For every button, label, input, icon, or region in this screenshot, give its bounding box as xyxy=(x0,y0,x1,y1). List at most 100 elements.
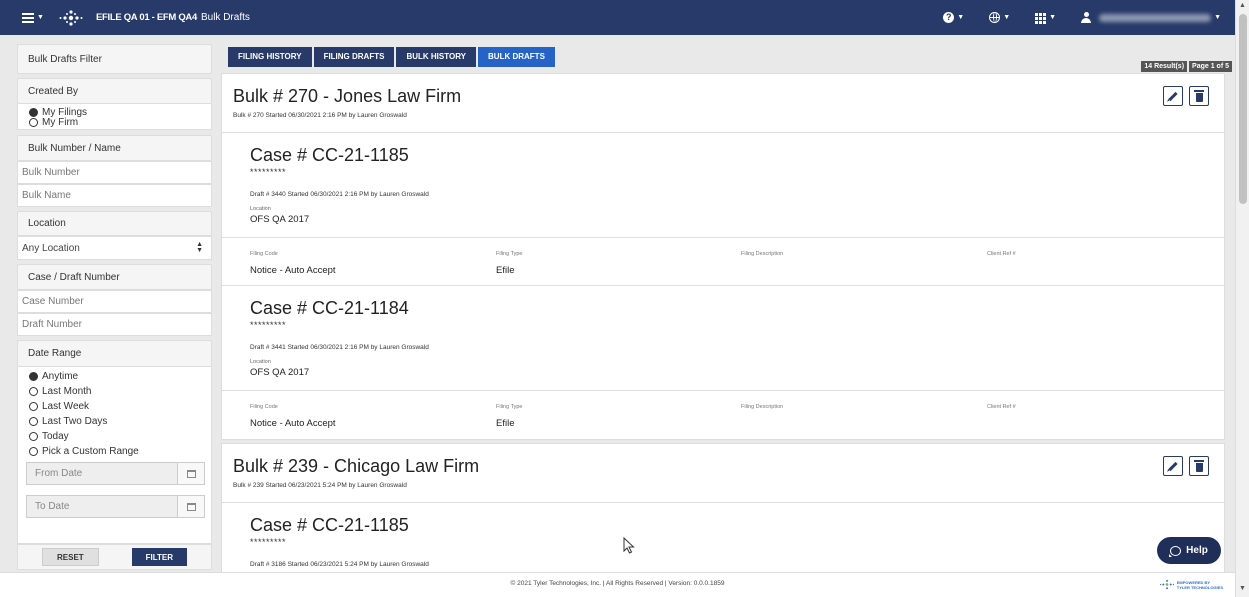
radio-icon xyxy=(29,107,38,117)
case-title[interactable]: Case # CC-21-1184 xyxy=(250,298,409,319)
chat-bubble-icon xyxy=(1169,545,1182,557)
radio-last-two-days[interactable]: Last Two Days xyxy=(18,414,211,429)
chevron-down-icon: ▼ xyxy=(37,14,44,21)
draft-number-input[interactable]: Draft Number xyxy=(17,313,212,336)
edit-bulk-button[interactable] xyxy=(1163,456,1183,476)
radio-last-month[interactable]: Last Month xyxy=(18,384,211,399)
help-button[interactable]: Help xyxy=(1157,537,1221,564)
location-value: OFS QA 2017 xyxy=(250,214,310,225)
case-block: Case # CC-21-1185 ********* Draft # 3186… xyxy=(222,503,1224,573)
bulk-drafts-list: Bulk # 270 - Jones Law Firm Bulk # 270 S… xyxy=(221,73,1225,573)
location-label: Location xyxy=(17,211,212,236)
bulk-number-input[interactable]: Bulk Number xyxy=(17,161,212,184)
radio-my-filings[interactable]: My Filings xyxy=(18,107,211,118)
radio-label: Last Week xyxy=(42,401,90,412)
filter-button[interactable]: FILTER xyxy=(131,548,187,566)
from-date-input[interactable]: From Date xyxy=(27,463,177,484)
case-title[interactable]: Case # CC-21-1185 xyxy=(250,145,409,166)
scroll-down-arrow-icon[interactable]: ▼ xyxy=(1239,585,1246,592)
draft-info: Draft # 3186 Started 06/23/2021 5:24 PM … xyxy=(250,561,429,568)
radio-custom-range[interactable]: Pick a Custom Range xyxy=(18,444,211,459)
filing-description-label: Filing Description xyxy=(741,251,784,257)
chevron-down-icon: ▼ xyxy=(1049,14,1057,21)
draft-info: Draft # 3441 Started 06/30/2021 2:16 PM … xyxy=(250,344,429,351)
to-date-input[interactable]: To Date xyxy=(27,496,177,517)
help-menu[interactable]: ? ▼ xyxy=(943,12,964,23)
trash-icon xyxy=(1194,460,1204,472)
delete-bulk-button[interactable] xyxy=(1189,456,1209,476)
globe-icon xyxy=(989,12,1001,23)
bulk-card: Bulk # 239 - Chicago Law Firm Bulk # 239… xyxy=(221,443,1225,573)
case-block: Case # CC-21-1184 ********* Draft # 3441… xyxy=(222,286,1224,391)
user-menu[interactable]: ▼ xyxy=(1081,12,1221,23)
delete-bulk-button[interactable] xyxy=(1189,86,1209,106)
case-party-mask: ********* xyxy=(250,167,287,177)
reset-button[interactable]: RESET xyxy=(42,548,99,566)
environment-label: EFILE QA 01 - EFM QA4 xyxy=(95,12,197,23)
radio-anytime[interactable]: Anytime xyxy=(18,369,211,384)
scrollbar-thumb[interactable] xyxy=(1239,14,1247,204)
filing-type-label: Filing Type xyxy=(496,404,523,410)
radio-label: Last Two Days xyxy=(42,416,108,427)
menu-icon xyxy=(22,12,34,23)
bulk-subtitle: Bulk # 239 Started 06/23/2021 5:24 PM by… xyxy=(233,482,407,489)
filing-code-value: Notice - Auto Accept xyxy=(250,265,336,276)
results-info: 14 Result(s) Page 1 of 5 xyxy=(1139,61,1232,72)
bulk-actions xyxy=(1157,456,1209,476)
case-number-input[interactable]: Case Number xyxy=(17,290,212,313)
bulk-title: Bulk # 270 - Jones Law Firm xyxy=(233,86,462,106)
footer-logo-line2: TYLER TECHNOLOGIES xyxy=(1176,584,1223,590)
from-date-field[interactable]: From Date xyxy=(26,462,205,485)
language-menu[interactable]: ▼ xyxy=(989,12,1010,23)
location-select-value: Any Location xyxy=(22,242,80,254)
created-by-options: My Filings My Firm xyxy=(17,104,212,130)
copyright-text: © 2021 Tyler Technologies, Inc. | All Ri… xyxy=(510,580,725,587)
filter-sidebar: Bulk Drafts Filter Created By My Filings… xyxy=(17,44,212,570)
apps-menu[interactable]: ▼ xyxy=(1035,12,1057,24)
bulk-card: Bulk # 270 - Jones Law Firm Bulk # 270 S… xyxy=(221,73,1225,440)
tab-bulk-drafts[interactable]: BULK DRAFTS xyxy=(478,47,555,67)
filter-actions: RESET FILTER xyxy=(17,544,212,570)
to-date-picker-button[interactable] xyxy=(177,496,204,517)
radio-icon xyxy=(29,117,38,127)
case-draft-number-label: Case / Draft Number xyxy=(17,264,212,290)
pencil-icon xyxy=(1168,91,1178,101)
filing-type-label: Filing Type xyxy=(496,251,523,257)
location-label: Location xyxy=(250,359,271,365)
radio-last-week[interactable]: Last Week xyxy=(18,399,211,414)
edit-bulk-button[interactable] xyxy=(1163,86,1183,106)
from-date-picker-button[interactable] xyxy=(177,463,204,484)
client-ref-label: Client Ref # xyxy=(987,404,1016,410)
location-select[interactable]: Any Location ▲ ▼ xyxy=(17,236,212,260)
radio-icon xyxy=(29,402,38,411)
location-value: OFS QA 2017 xyxy=(250,367,310,378)
help-button-label: Help xyxy=(1186,545,1208,556)
bulk-name-input[interactable]: Bulk Name xyxy=(17,184,212,207)
filing-code-label: Filing Code xyxy=(250,251,278,257)
filing-type-value: Efile xyxy=(496,265,515,276)
select-arrows-icon: ▲ ▼ xyxy=(196,241,203,254)
scroll-up-arrow-icon[interactable]: ▲ xyxy=(1239,2,1246,9)
filing-fields-row: Filing Code Notice - Auto Accept Filing … xyxy=(222,238,1224,286)
main-menu-button[interactable]: ▼ xyxy=(22,12,44,23)
bulk-actions xyxy=(1157,86,1209,106)
radio-label: Today xyxy=(42,431,69,442)
to-date-field[interactable]: To Date xyxy=(26,495,205,518)
trash-icon xyxy=(1194,90,1204,102)
radio-icon xyxy=(29,432,38,441)
pencil-icon xyxy=(1168,461,1178,471)
filing-type-value: Efile xyxy=(496,418,515,429)
tyler-footer-logo: EMPOWERED BY TYLER TECHNOLOGIES xyxy=(1159,579,1223,590)
tab-filing-history[interactable]: FILING HISTORY xyxy=(228,47,312,67)
radio-icon xyxy=(29,387,38,396)
result-count-badge: 14 Result(s) xyxy=(1141,61,1188,72)
radio-today[interactable]: Today xyxy=(18,429,211,444)
tab-bulk-history[interactable]: BULK HISTORY xyxy=(396,47,477,67)
radio-label: My Firm xyxy=(42,116,79,128)
case-block: Case # CC-21-1185 ********* Draft # 3440… xyxy=(222,133,1224,238)
tab-filing-drafts[interactable]: FILING DRAFTS xyxy=(313,47,395,67)
radio-my-firm[interactable]: My Firm xyxy=(18,116,211,128)
case-title[interactable]: Case # CC-21-1185 xyxy=(250,515,409,536)
case-party-mask: ********* xyxy=(250,320,287,330)
page-scrollbar[interactable]: ▲ ▼ xyxy=(1235,0,1249,597)
